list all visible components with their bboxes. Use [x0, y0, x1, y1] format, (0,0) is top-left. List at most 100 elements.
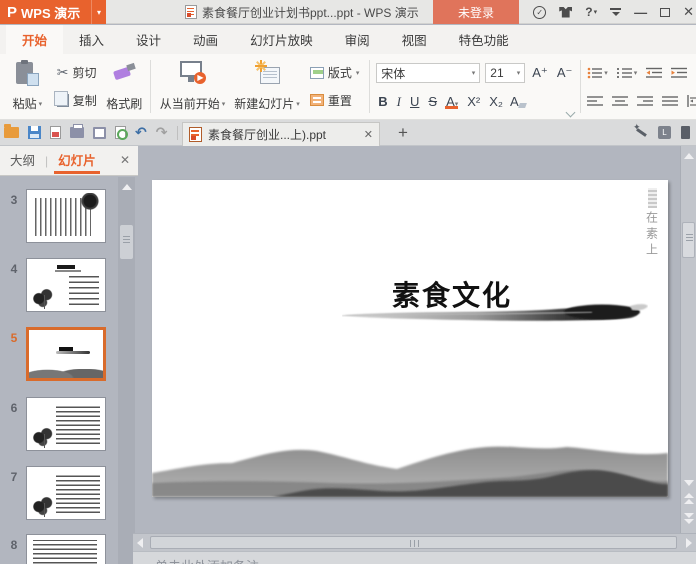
scroll-up-icon[interactable] [681, 148, 696, 165]
seal-block: 在素上 [644, 188, 660, 259]
next-slide-button[interactable] [681, 512, 696, 532]
bullet-list-button[interactable]: ▾ [587, 67, 608, 79]
save-icon[interactable] [28, 126, 41, 139]
find-icon[interactable] [115, 126, 128, 140]
skin-icon[interactable] [559, 6, 573, 18]
tab-view[interactable]: 视图 [386, 25, 443, 54]
align-left-button[interactable] [587, 95, 604, 107]
tab-switch-icon[interactable]: L [658, 126, 671, 139]
ribbon: 粘贴 ▾ ✂ 剪切 复制 格式刷 ▶ 从当前开始 ▾ 新建幻灯片 ▾ 版式 ▾ 重置 宋体… [0, 54, 696, 120]
tab-outline[interactable]: 大纲 [0, 146, 45, 176]
font-color-button[interactable]: A▾ [444, 94, 460, 110]
document-tab[interactable]: 素食餐厅创业...上).ppt ✕ [182, 122, 380, 146]
thumbnail-image[interactable] [26, 466, 106, 520]
justify-button[interactable] [662, 95, 679, 107]
numbered-list-button[interactable]: ▾ [616, 67, 637, 79]
login-button[interactable]: 未登录 [433, 0, 519, 24]
tab-slides[interactable]: 幻灯片 [48, 146, 106, 176]
thumbnail-image[interactable] [26, 189, 106, 243]
panel-toggle-icon[interactable] [681, 126, 690, 139]
wps-logo[interactable]: P WPS 演示 ▾ [0, 0, 106, 24]
tab-insert[interactable]: 插入 [63, 25, 120, 54]
tab-slideshow[interactable]: 幻灯片放映 [234, 25, 329, 54]
distribute-button[interactable] [687, 95, 696, 107]
thumbnail-scroll-up-icon[interactable] [118, 179, 135, 195]
close-button[interactable]: ✕ [683, 4, 694, 20]
tab-animation[interactable]: 动画 [177, 25, 234, 54]
seal-stamp-icon [647, 188, 657, 208]
beautify-wand-icon[interactable] [633, 122, 648, 140]
paste-button[interactable]: 粘贴 ▾ [4, 57, 51, 116]
reset-button[interactable]: 重置 [306, 90, 364, 111]
tab-review[interactable]: 审阅 [329, 25, 386, 54]
increase-indent-button[interactable] [671, 67, 688, 79]
thumbnail-image[interactable] [26, 534, 106, 564]
copy-button[interactable]: 复制 [53, 90, 101, 111]
align-left-icon [587, 95, 604, 106]
logo-dropdown-icon[interactable]: ▾ [91, 0, 106, 24]
tab-special-features[interactable]: 特色功能 [443, 25, 525, 54]
format-painter-button[interactable]: 格式刷 [103, 57, 146, 116]
ppt-file-icon [185, 5, 197, 19]
redo-icon[interactable]: ↷ [156, 124, 168, 141]
slide-editor-canvas[interactable]: 在素上 素食文化 [138, 146, 680, 533]
font-name-select[interactable]: 宋体 ▾ [376, 63, 481, 84]
strikethrough-button[interactable]: S [426, 94, 439, 109]
notes-pane[interactable]: 单击此处添加备注 [133, 551, 696, 564]
thumbnail-scrollbar[interactable] [118, 177, 135, 564]
decrease-indent-button[interactable] [646, 67, 663, 79]
scroll-right-icon[interactable] [680, 534, 696, 552]
tab-close-icon[interactable]: ✕ [364, 128, 373, 141]
panel-close-icon[interactable]: ✕ [120, 153, 130, 167]
start-from-current-button[interactable]: ▶ 从当前开始 ▾ [155, 57, 230, 116]
tab-home[interactable]: 开始 [6, 25, 64, 54]
horizontal-scrollbar[interactable] [133, 533, 696, 551]
new-slide-button[interactable]: 新建幻灯片 ▾ [230, 57, 304, 116]
document-title: 素食餐厅创业计划书ppt...ppt - WPS 演示 [202, 5, 419, 20]
bullet-list-icon [587, 67, 603, 78]
collapse-ribbon-icon[interactable] [610, 7, 622, 17]
member-icon[interactable]: ✓ [533, 5, 547, 19]
thumbnail-scroll-thumb[interactable] [120, 225, 133, 259]
help-button[interactable]: ? ▾ [585, 5, 597, 19]
open-file-icon[interactable] [4, 124, 19, 138]
align-right-button[interactable] [637, 95, 654, 107]
wps-logo-glyph: P [7, 3, 18, 21]
thumbnail-image[interactable] [26, 327, 106, 381]
thumbnail-image[interactable] [26, 258, 106, 312]
font-size-select[interactable]: 21 ▾ [485, 63, 526, 84]
slide-number: 7 [10, 470, 18, 484]
align-center-button[interactable] [612, 95, 629, 107]
undo-icon[interactable]: ↶ [135, 124, 147, 141]
font-group: 宋体 ▾ 21 ▾ A⁺ A⁻ B I U S A▾ X² X₂ A [374, 57, 576, 118]
new-tab-button[interactable]: + [392, 122, 414, 144]
scroll-left-icon[interactable] [133, 534, 149, 552]
indent-decrease-icon [646, 67, 663, 78]
export-pdf-icon[interactable] [50, 126, 61, 139]
thumbnail-image[interactable] [26, 397, 106, 451]
current-slide[interactable]: 在素上 素食文化 [152, 180, 668, 497]
print-icon[interactable] [70, 124, 84, 138]
maximize-button[interactable] [660, 7, 671, 17]
superscript-button[interactable]: X² [465, 94, 482, 109]
minimize-button[interactable]: — [634, 5, 647, 20]
numbered-list-icon [616, 67, 632, 78]
vertical-scrollbar[interactable] [680, 146, 696, 533]
print-preview-icon[interactable] [93, 126, 106, 139]
tab-design[interactable]: 设计 [120, 25, 177, 54]
vertical-scroll-thumb[interactable] [682, 222, 695, 258]
document-tab-label: 素食餐厅创业...上).ppt [208, 128, 327, 142]
underline-button[interactable]: U [408, 94, 421, 109]
italic-button[interactable]: I [395, 94, 403, 110]
layout-button[interactable]: 版式 ▾ [306, 62, 364, 83]
scroll-down-icon[interactable] [681, 474, 696, 491]
bold-button[interactable]: B [376, 94, 389, 109]
grow-font-button[interactable]: A⁺ [530, 65, 550, 81]
subscript-button[interactable]: X₂ [487, 94, 505, 109]
clear-format-button[interactable]: A [510, 94, 519, 109]
previous-slide-button[interactable] [681, 492, 696, 512]
horizontal-scroll-thumb[interactable] [150, 536, 677, 549]
shrink-font-button[interactable]: A⁻ [555, 65, 575, 81]
help-caret-icon: ▾ [593, 9, 598, 16]
cut-button[interactable]: ✂ 剪切 [53, 62, 101, 83]
